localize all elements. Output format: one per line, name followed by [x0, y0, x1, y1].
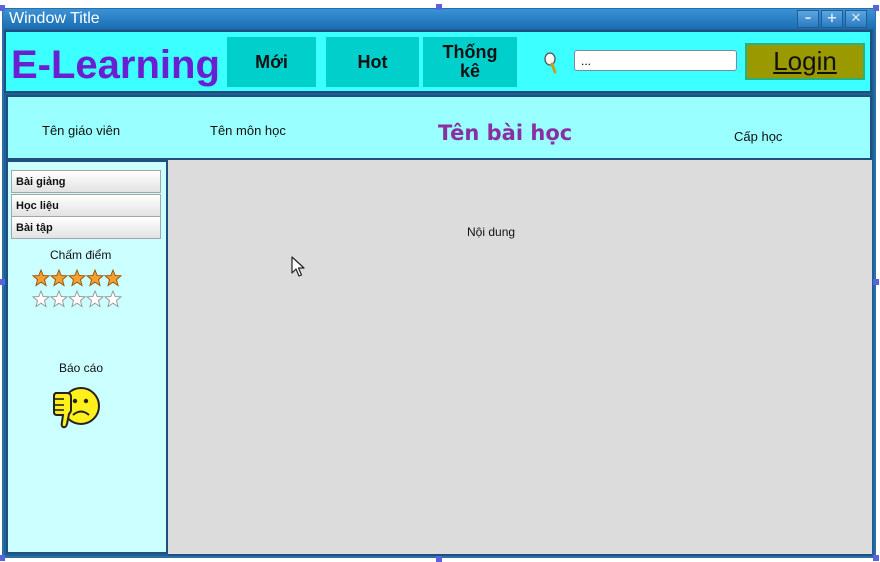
close-icon: ✕: [850, 11, 862, 26]
star-filled-icon[interactable]: [50, 269, 68, 287]
resize-handle[interactable]: [0, 555, 5, 561]
report-label: Báo cáo: [59, 361, 104, 375]
grade-level: Cấp học: [734, 129, 783, 144]
sidebar-item-lectures[interactable]: Bài giảng: [11, 170, 161, 193]
content-label: Nội dung: [467, 225, 516, 239]
nav-new-button[interactable]: Mới: [227, 37, 316, 87]
resize-handle[interactable]: [436, 556, 442, 562]
star-filled-icon[interactable]: [86, 269, 104, 287]
score-label: Chấm điểm: [50, 248, 112, 262]
star-filled-icon[interactable]: [32, 269, 50, 287]
star-empty-icon[interactable]: [50, 290, 68, 308]
teacher-name: Tên giáo viên: [42, 123, 121, 138]
lesson-title: Tên bài học: [438, 121, 573, 145]
nav-statistics-button[interactable]: Thống kê: [423, 37, 517, 87]
star-empty-icon[interactable]: [86, 290, 104, 308]
maximize-button[interactable]: +: [821, 10, 843, 28]
resize-handle[interactable]: [436, 4, 442, 10]
sidebar-item-materials[interactable]: Học liệu: [11, 194, 161, 217]
mouse-cursor-icon: [291, 256, 305, 277]
close-button[interactable]: ✕: [845, 10, 867, 28]
nav-statistics-label: Thống kê: [442, 42, 498, 81]
minimize-button[interactable]: –: [797, 10, 819, 28]
star-empty-icon[interactable]: [68, 290, 86, 308]
sidebar-item-exercises[interactable]: Bài tập: [11, 216, 161, 239]
nav-hot-button[interactable]: Hot: [326, 37, 419, 87]
resize-handle[interactable]: [0, 5, 5, 11]
resize-handle[interactable]: [873, 279, 879, 285]
minimize-icon: –: [804, 11, 812, 26]
star-empty-icon[interactable]: [104, 290, 122, 308]
resize-handle[interactable]: [873, 5, 879, 11]
window-title: Window Title: [9, 10, 100, 27]
star-filled-icon[interactable]: [68, 269, 86, 287]
subject-name: Tên môn học: [210, 123, 286, 138]
resize-handle[interactable]: [0, 279, 5, 285]
login-button[interactable]: Login: [745, 43, 865, 80]
thumbs-down-sad-icon[interactable]: [53, 384, 101, 432]
title-bar[interactable]: [3, 9, 875, 29]
star-empty-icon[interactable]: [32, 290, 50, 308]
resize-handle[interactable]: [873, 555, 879, 561]
search-input[interactable]: [574, 50, 737, 71]
maximize-icon: +: [826, 11, 838, 26]
content-area[interactable]: [168, 160, 872, 556]
star-filled-icon[interactable]: [104, 269, 122, 287]
search-icon[interactable]: [542, 51, 560, 75]
app-logo: E-Learning: [11, 43, 220, 87]
